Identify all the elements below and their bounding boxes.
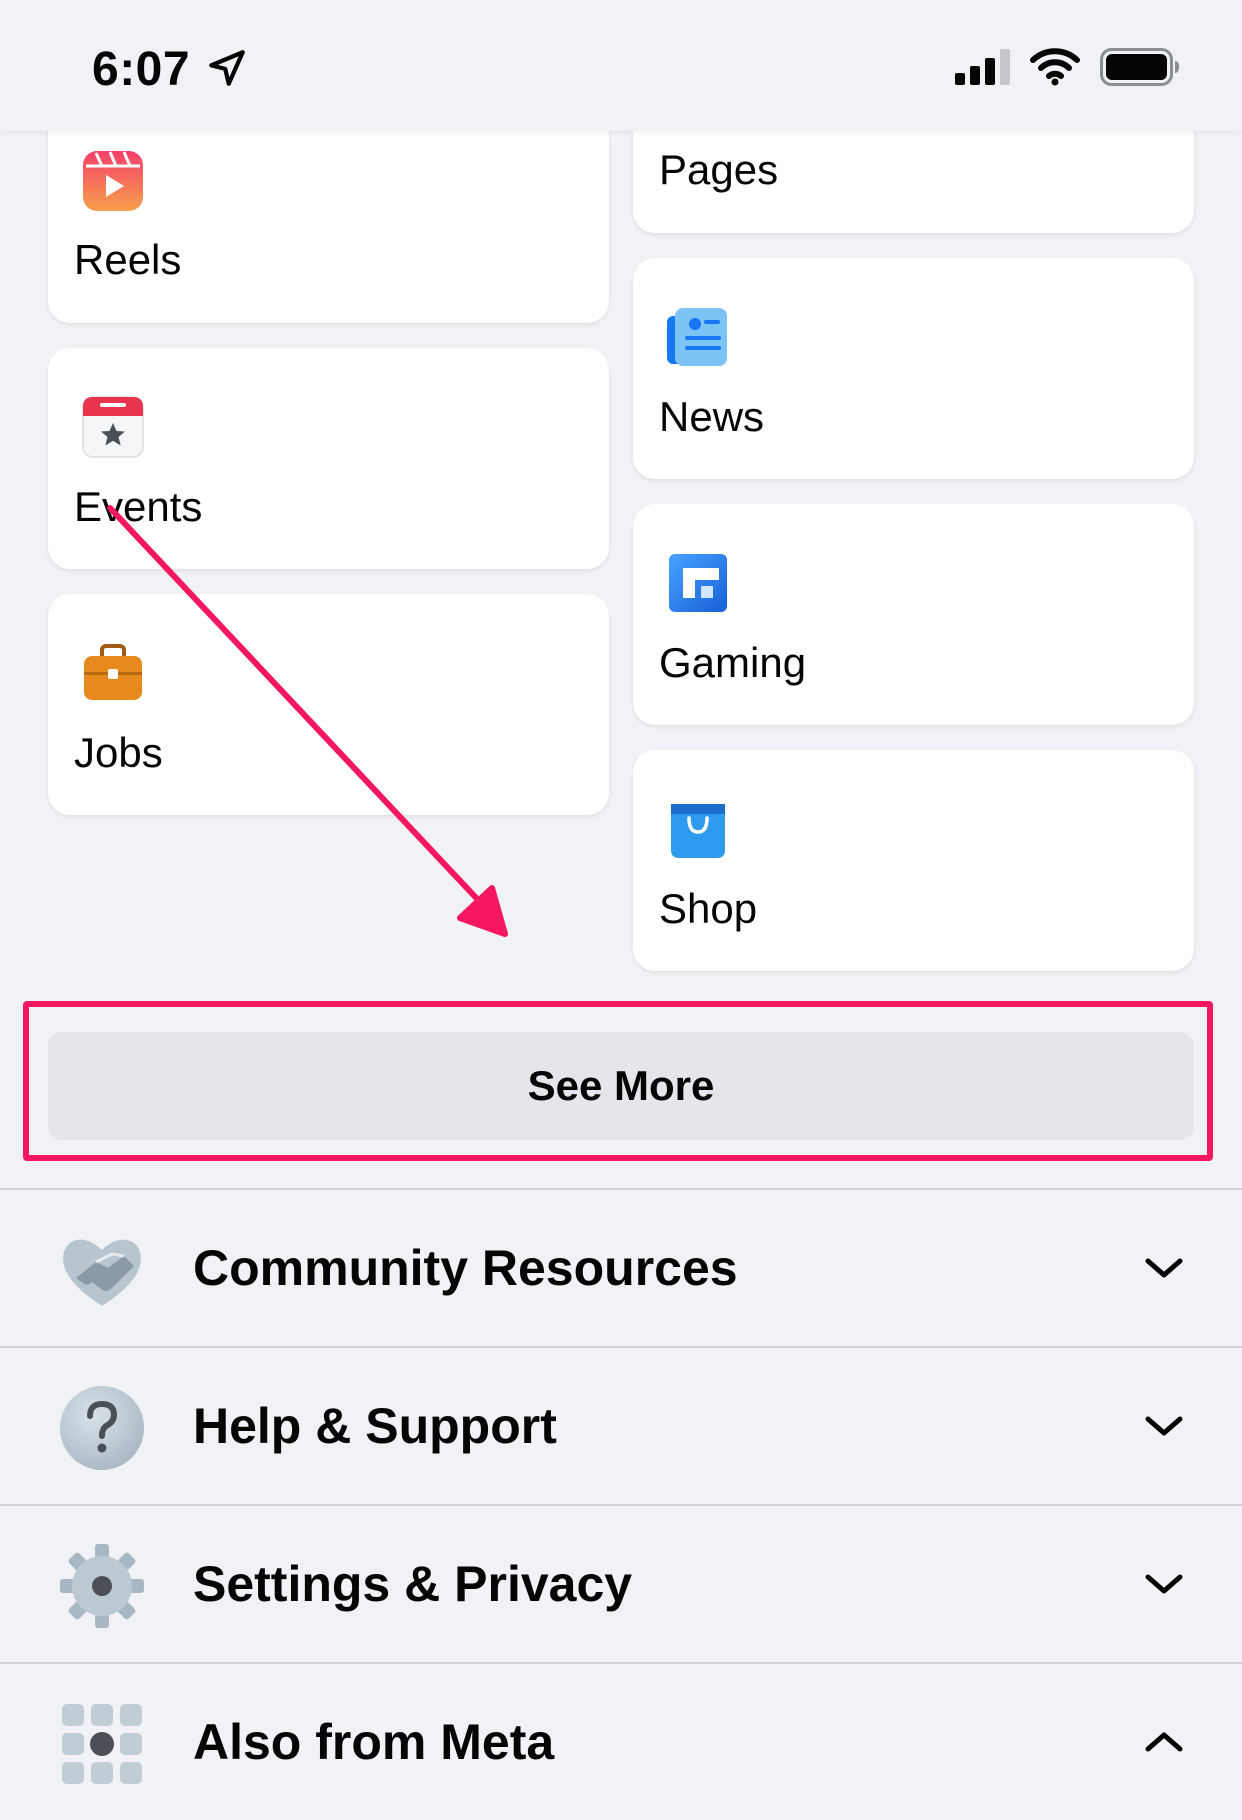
wifi-icon: [1030, 48, 1080, 86]
section-label: Help & Support: [193, 1398, 557, 1454]
jobs-briefcase-icon: [84, 644, 142, 700]
news-icon: [667, 308, 727, 366]
shortcut-label: Gaming: [659, 639, 807, 686]
chevron-down-icon: [1145, 1416, 1183, 1436]
shop-bag-icon: [671, 804, 725, 858]
apps-grid-icon: [62, 1704, 142, 1784]
shortcut-card-gaming[interactable]: Gaming: [633, 504, 1194, 725]
status-time: 6:07: [92, 43, 191, 96]
battery-icon: [1100, 48, 1179, 86]
shortcut-label: Pages: [659, 146, 779, 193]
section-settings-privacy[interactable]: Settings & Privacy: [0, 1506, 1242, 1662]
shortcut-label: Reels: [74, 236, 182, 283]
cellular-signal-icon: [955, 49, 1010, 85]
shortcut-card-jobs[interactable]: Jobs: [48, 594, 609, 815]
shortcut-label: Jobs: [74, 729, 163, 776]
shortcut-card-news[interactable]: News: [633, 258, 1194, 479]
gaming-icon: [669, 554, 727, 612]
location-arrow-icon: [209, 50, 245, 86]
section-help-support[interactable]: Help & Support: [0, 1348, 1242, 1504]
shortcut-label: Events: [74, 483, 203, 530]
section-label: Settings & Privacy: [193, 1556, 633, 1612]
events-calendar-icon: [82, 396, 144, 458]
section-community-resources[interactable]: Community Resources: [0, 1190, 1242, 1346]
chevron-down-icon: [1145, 1574, 1183, 1594]
shortcut-label: Shop: [659, 885, 758, 932]
chevron-up-icon: [1145, 1732, 1183, 1752]
section-also-from-meta[interactable]: Also from Meta: [0, 1664, 1242, 1820]
reels-icon: [83, 151, 143, 211]
question-mark-icon: [60, 1386, 144, 1470]
shortcut-card-shop[interactable]: Shop: [633, 750, 1194, 971]
status-bar: 6:07: [0, 0, 1242, 131]
see-more-button[interactable]: See More: [48, 1032, 1194, 1140]
chevron-down-icon: [1145, 1258, 1183, 1278]
section-label: Also from Meta: [193, 1714, 555, 1770]
handshake-icon: [63, 1239, 141, 1306]
section-label: Community Resources: [193, 1240, 738, 1296]
gear-icon: [60, 1544, 144, 1628]
shortcut-card-reels[interactable]: Reels: [48, 108, 609, 323]
shortcut-label: News: [659, 393, 765, 440]
shortcut-card-events[interactable]: Events: [48, 348, 609, 569]
